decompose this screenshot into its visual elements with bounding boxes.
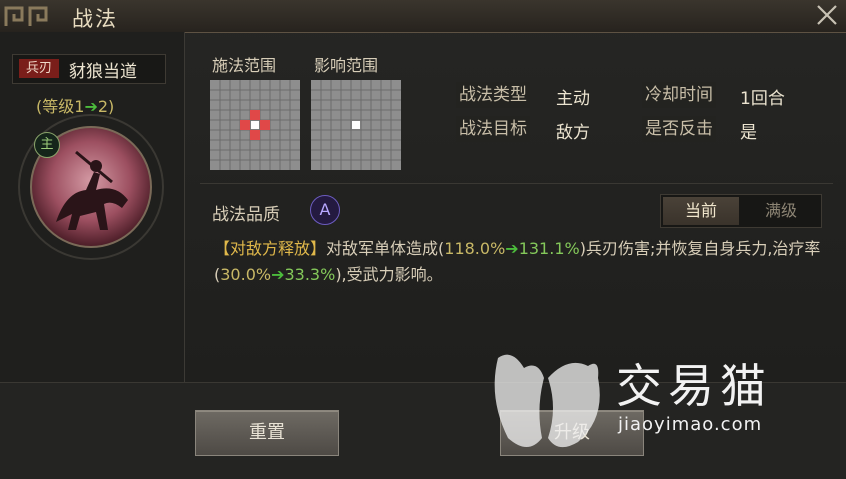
skill-type-label: 战法类型 (456, 82, 530, 108)
divider (200, 183, 833, 184)
description-text-3: ),受武力影响。 (335, 265, 443, 284)
damage-new-value: 131.1% (518, 239, 580, 258)
counterattack-label: 是否反击 (642, 116, 716, 142)
description-tag: 【对敌方释放】 (214, 239, 327, 258)
quality-grade-badge: A (310, 195, 340, 225)
cooldown-value: 1回合 (740, 89, 785, 109)
skill-name: 豺狼当道 (69, 62, 137, 82)
reset-button[interactable]: 重置 (195, 410, 339, 456)
arrow-right-icon: ➔ (271, 265, 285, 284)
skill-panel: 战法 兵刃 豺狼当道 (等级1➔2) 主 施法范围 影响范围 战法类型 主动 冷… (0, 0, 846, 479)
skill-name-box: 兵刃 豺狼当道 (12, 54, 166, 84)
watermark-brand: 交易猫 (616, 359, 772, 413)
quality-label: 战法品质 (212, 205, 280, 225)
tab-max-level[interactable]: 满级 (743, 197, 819, 225)
heal-old-value: 30.0% (220, 265, 272, 284)
main-skill-badge: 主 (34, 132, 60, 158)
weapon-type-badge: 兵刃 (19, 59, 59, 78)
counterattack-value: 是 (740, 123, 757, 143)
skill-description: 【对敌方释放】对敌军单体造成(118.0%➔131.1%)兵刃伤害;并恢复自身兵… (214, 236, 824, 288)
skill-type-value: 主动 (556, 89, 590, 109)
cooldown-label: 冷却时间 (642, 82, 716, 108)
window-title: 战法 (72, 7, 118, 31)
title-bar: 战法 (0, 0, 846, 33)
tab-current[interactable]: 当前 (663, 197, 739, 225)
damage-old-value: 118.0% (444, 239, 506, 258)
level-view-toggle: 当前 满级 (660, 194, 822, 228)
heal-new-value: 33.3% (284, 265, 336, 284)
effect-range-grid (311, 80, 401, 170)
skill-target-label: 战法目标 (456, 116, 530, 142)
cast-range-grid (210, 80, 300, 170)
description-text-1: 对敌军单体造成( (326, 239, 445, 258)
close-icon[interactable] (814, 2, 840, 28)
skill-target-value: 敌方 (556, 123, 590, 143)
title-ornament-icon (4, 6, 48, 26)
watermark-url: jiaoyimao.com (618, 414, 763, 435)
effect-range-label: 影响范围 (314, 56, 379, 75)
cast-range-label: 施法范围 (212, 56, 277, 75)
arrow-right-icon: ➔ (505, 239, 519, 258)
